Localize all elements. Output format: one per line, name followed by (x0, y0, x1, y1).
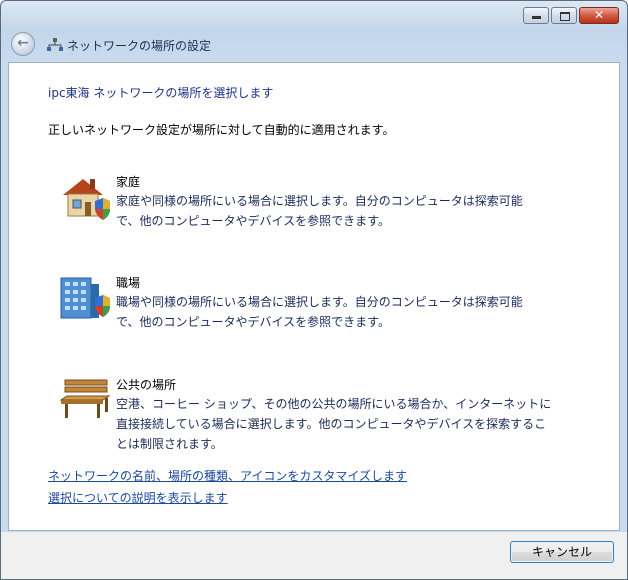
option-description: 家庭や同様の場所にいる場合に選択します。自分のコンピュータは探索可能で、他のコン… (116, 194, 523, 228)
option-title: 家庭 (116, 175, 141, 189)
back-button[interactable]: ← (11, 32, 35, 56)
option-home[interactable]: 家庭 家庭や同様の場所にいる場合に選択します。自分のコンピュータは探索可能で、他… (59, 173, 549, 233)
minimize-icon (532, 16, 541, 19)
footer-bar: キャンセル (1, 532, 627, 579)
close-icon: ✕ (593, 8, 605, 22)
option-description: 空港、コーヒー ショップ、その他の公共の場所にいる場合か、インターネットに直接接… (116, 397, 552, 451)
close-button[interactable]: ✕ (579, 7, 619, 24)
explanation-link[interactable]: 選択についての説明を表示します (48, 489, 228, 506)
option-description: 職場や同様の場所にいる場合に選択します。自分のコンピュータは探索可能で、他のコン… (116, 295, 523, 329)
page-heading: ipc東海 ネットワークの場所を選択します (48, 86, 274, 100)
customize-link[interactable]: ネットワークの名前、場所の種類、アイコンをカスタマイズします (48, 467, 407, 484)
house-icon (63, 179, 110, 220)
page-description: 正しいネットワーク設定が場所に対して自動的に適用されます。 (48, 123, 395, 137)
window-title: ネットワークの場所の設定 (67, 39, 212, 53)
title-bar: ✕ (1, 1, 627, 29)
navigation-bar: ← ネットワークの場所の設定 (1, 29, 627, 61)
office-building-icon (60, 277, 110, 319)
caption-buttons: ✕ (521, 7, 619, 24)
back-arrow-icon: ← (17, 35, 29, 51)
dialog-window: ✕ ← ネットワークの場所の設定 ipc東海 ネットワークの場所を選択します 正… (0, 0, 628, 580)
maximize-button[interactable] (551, 7, 577, 24)
park-bench-icon (59, 379, 111, 418)
option-title: 職場 (116, 276, 141, 290)
cancel-button[interactable]: キャンセル (510, 541, 614, 563)
content-panel: ipc東海 ネットワークの場所を選択します 正しいネットワーク設定が場所に対して… (8, 62, 620, 531)
option-work[interactable]: 職場 職場や同様の場所にいる場合に選択します。自分のコンピュータは探索可能で、他… (59, 274, 549, 334)
network-icon (47, 38, 63, 51)
maximize-icon (560, 12, 570, 21)
option-public[interactable]: 公共の場所 空港、コーヒー ショップ、その他の公共の場所にいる場合か、インターネ… (59, 376, 551, 456)
option-title: 公共の場所 (116, 378, 177, 392)
minimize-button[interactable] (523, 7, 549, 24)
